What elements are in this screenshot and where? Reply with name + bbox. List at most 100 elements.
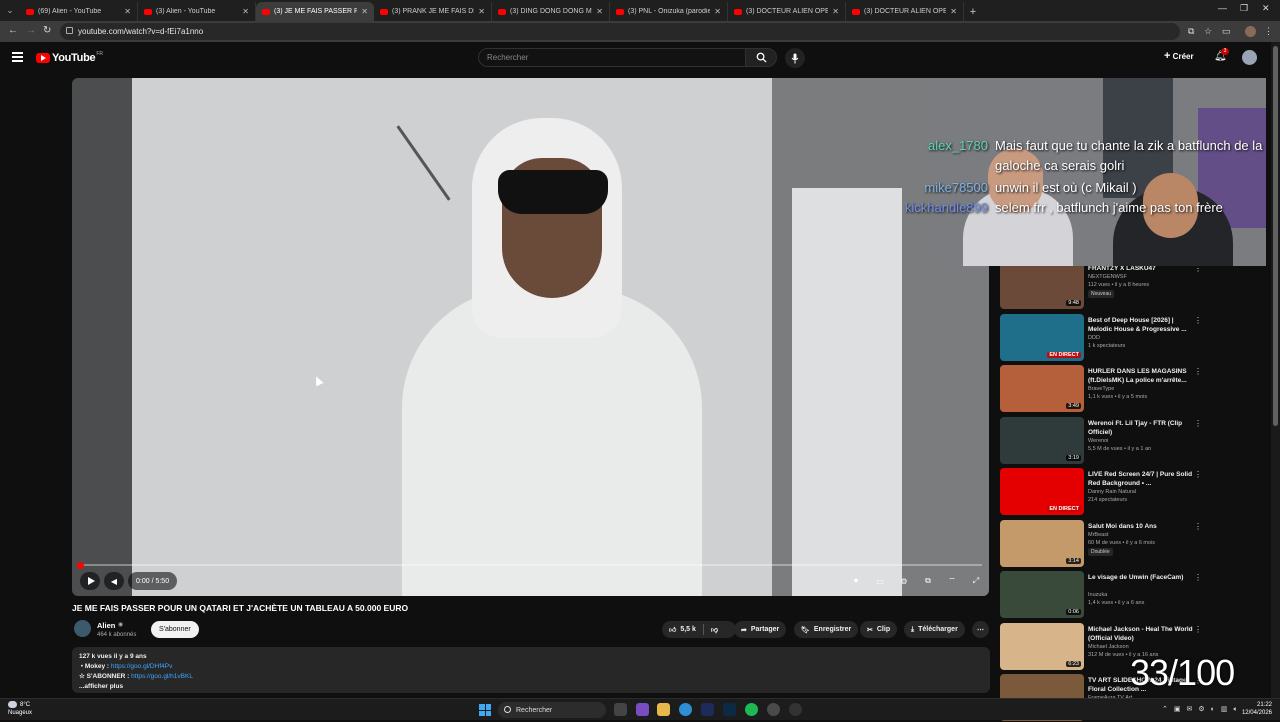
- subtitles-icon[interactable]: ▭: [873, 575, 887, 587]
- recommended-channel[interactable]: Inuzuka: [1088, 592, 1107, 598]
- share-button[interactable]: ➦ Partager: [734, 621, 787, 638]
- download-button[interactable]: ⤓ Télécharger: [904, 621, 965, 638]
- recommended-channel[interactable]: MrBeast: [1088, 532, 1108, 538]
- recommended-video[interactable]: EN DIRECT LIVE Red Screen 24/7 | Pure Sol…: [1000, 468, 1210, 516]
- description-box[interactable]: 127 k vues il y a 9 ans • Mokey : https:…: [72, 647, 990, 693]
- more-actions-button[interactable]: ⋯: [972, 621, 989, 638]
- spotify-icon[interactable]: [745, 703, 758, 716]
- forward-icon[interactable]: →: [26, 25, 36, 36]
- video-player[interactable]: ◀︎ 0:00 / 5:50 ⏺︎ ▭ ⚙︎ ⧉ ⌔ ⤢: [72, 78, 989, 596]
- channel-name[interactable]: Alien: [97, 621, 115, 630]
- tab-close-icon[interactable]: ✕: [478, 7, 485, 16]
- video-thumbnail[interactable]: EN DIRECT: [1000, 468, 1084, 515]
- cast-icon[interactable]: ⧉: [1188, 26, 1194, 37]
- tab-close-icon[interactable]: ✕: [361, 7, 368, 16]
- browser-menu-icon[interactable]: ⋮: [1264, 26, 1273, 37]
- account-avatar[interactable]: [1242, 50, 1257, 65]
- create-button[interactable]: + Créer: [1164, 50, 1194, 62]
- chrome-profile-icon[interactable]: [767, 703, 780, 716]
- recommended-video[interactable]: 0:06 Le visage de Unwin (FaceCam) Inuzuka 1…: [1000, 571, 1210, 619]
- recommended-channel[interactable]: Danny Rain Natural: [1088, 489, 1136, 495]
- recommended-video[interactable]: EN DIRECT Best of Deep House [2026] | Mel…: [1000, 313, 1210, 362]
- extensions-icon[interactable]: ▭: [1222, 26, 1231, 37]
- minimize-icon[interactable]: —: [1218, 3, 1227, 13]
- more-options-icon[interactable]: ⋮: [1194, 316, 1202, 325]
- reload-icon[interactable]: ↻: [43, 25, 51, 36]
- photoshop-icon[interactable]: [723, 703, 736, 716]
- more-options-icon[interactable]: ⋮: [1194, 522, 1202, 531]
- maximize-icon[interactable]: ❐: [1240, 3, 1248, 14]
- menu-icon[interactable]: [12, 52, 23, 62]
- browser-tab[interactable]: (3) DOCTEUR ALIEN OPERE UN ✕: [728, 2, 846, 21]
- youtube-logo[interactable]: YouTube FR: [36, 51, 103, 64]
- autoplay-toggle-icon[interactable]: ⏺︎: [849, 575, 863, 587]
- progress-scrubber[interactable]: [77, 562, 84, 569]
- tab-close-icon[interactable]: ✕: [714, 7, 721, 16]
- back-icon[interactable]: ←: [8, 25, 18, 36]
- search-input[interactable]: Rechercher: [478, 48, 746, 67]
- more-options-icon[interactable]: ⋮: [1194, 625, 1202, 634]
- weather-widget[interactable]: 8°C Nuageux: [8, 701, 32, 717]
- save-button[interactable]: 🔖︎ Enregistrer: [794, 621, 859, 638]
- video-thumbnail[interactable]: 0:06: [1000, 571, 1084, 618]
- play-button[interactable]: [80, 572, 100, 590]
- tab-close-icon[interactable]: ✕: [242, 7, 249, 16]
- chrome-icon[interactable]: [679, 703, 692, 716]
- settings-gear-icon[interactable]: ⚙︎: [897, 575, 911, 587]
- start-button[interactable]: [479, 704, 491, 716]
- browser-tab[interactable]: (3) Alien - YouTube ✕: [138, 2, 256, 21]
- recommended-video[interactable]: 3:14 Salut Moi dans 10 Ans MrBeast 60 M de …: [1000, 519, 1210, 568]
- subscribe-button[interactable]: S'abonner: [151, 621, 199, 638]
- premiere-pro-icon[interactable]: [701, 703, 714, 716]
- cast-icon[interactable]: ⌔: [945, 575, 959, 587]
- recommended-channel[interactable]: BraveType: [1088, 386, 1114, 392]
- search-button[interactable]: [745, 48, 777, 67]
- channel-avatar[interactable]: [74, 620, 91, 637]
- video-thumbnail[interactable]: EN DIRECT: [1000, 313, 1084, 361]
- recommended-title[interactable]: Michael Jackson - Heal The World (Offici…: [1088, 625, 1194, 643]
- browser-tab[interactable]: (3) PRANK JE ME FAIS DÉFONC ✕: [374, 2, 492, 21]
- task-view-icon[interactable]: [614, 703, 627, 716]
- miniplayer-icon[interactable]: ⧉: [921, 575, 935, 587]
- browser-tab[interactable]: (3) DING DONG DONG MUSIC ✕: [492, 2, 610, 21]
- video-thumbnail[interactable]: 3:19: [1000, 416, 1084, 464]
- progress-bar[interactable]: [80, 564, 982, 566]
- more-options-icon[interactable]: ⋮: [1194, 470, 1202, 479]
- volume-button[interactable]: ◀︎: [104, 572, 124, 590]
- thumbs-up-icon[interactable]: 👍︎: [669, 625, 676, 634]
- recommended-channel[interactable]: DDD: [1088, 335, 1100, 341]
- thumbs-down-icon[interactable]: 👎︎: [711, 625, 718, 634]
- new-tab-button[interactable]: +: [964, 2, 982, 21]
- fullscreen-icon[interactable]: ⤢: [969, 575, 983, 587]
- recommended-video[interactable]: 3:19 Werenoi Ft. Lil Tjay - FTR (Clip Off…: [1000, 416, 1210, 465]
- show-more-link[interactable]: ...afficher plus: [79, 682, 983, 692]
- browser-tab[interactable]: (3) PNL - Onizuka (parodie) - Y ✕: [610, 2, 728, 21]
- tab-close-icon[interactable]: ✕: [596, 7, 603, 16]
- recommended-channel[interactable]: Werenoi: [1088, 438, 1108, 444]
- recommended-video[interactable]: 3:49 HURLER DANS LES MAGASINS (ft.DielsMK…: [1000, 365, 1210, 413]
- browser-tab[interactable]: (3) JE ME FAIS PASSER POUR UN✕: [256, 2, 374, 21]
- tab-close-icon[interactable]: ✕: [832, 7, 839, 16]
- recommended-channel[interactable]: Michael Jackson: [1088, 644, 1129, 650]
- obs-icon[interactable]: [789, 703, 802, 716]
- tab-search-menu[interactable]: ⌄: [0, 0, 20, 21]
- taskbar-search[interactable]: Rechercher: [498, 702, 606, 718]
- tab-close-icon[interactable]: ✕: [124, 7, 131, 16]
- taskbar-clock[interactable]: 21:22 12/04/2026: [1238, 701, 1272, 717]
- recommended-title[interactable]: Werenoi Ft. Lil Tjay - FTR (Clip Officie…: [1088, 419, 1194, 437]
- recommended-video[interactable]: 9:48 FRANTZY X LASKU47 NEXTGENWSF 112 vues …: [1000, 262, 1210, 310]
- copilot-icon[interactable]: [636, 703, 649, 716]
- recommended-title[interactable]: Best of Deep House [2026] | Melodic Hous…: [1088, 316, 1194, 334]
- scrollbar-thumb[interactable]: [1273, 46, 1278, 426]
- more-options-icon[interactable]: ⋮: [1194, 573, 1202, 582]
- video-thumbnail[interactable]: 9:48: [1000, 262, 1084, 309]
- video-thumbnail[interactable]: 3:49: [1000, 365, 1084, 412]
- more-options-icon[interactable]: ⋮: [1194, 367, 1202, 376]
- tab-close-icon[interactable]: ✕: [950, 7, 957, 16]
- recommended-title[interactable]: HURLER DANS LES MAGASINS (ft.DielsMK) La…: [1088, 367, 1194, 385]
- more-options-icon[interactable]: ⋮: [1194, 419, 1202, 428]
- recommended-channel[interactable]: NEXTGENWSF: [1088, 274, 1127, 280]
- address-bar[interactable]: youtube.com/watch?v=d-fEi7a1nno: [60, 23, 1180, 40]
- video-thumbnail[interactable]: 3:14: [1000, 519, 1084, 567]
- browser-tab[interactable]: (69) Alien - YouTube ✕: [20, 2, 138, 21]
